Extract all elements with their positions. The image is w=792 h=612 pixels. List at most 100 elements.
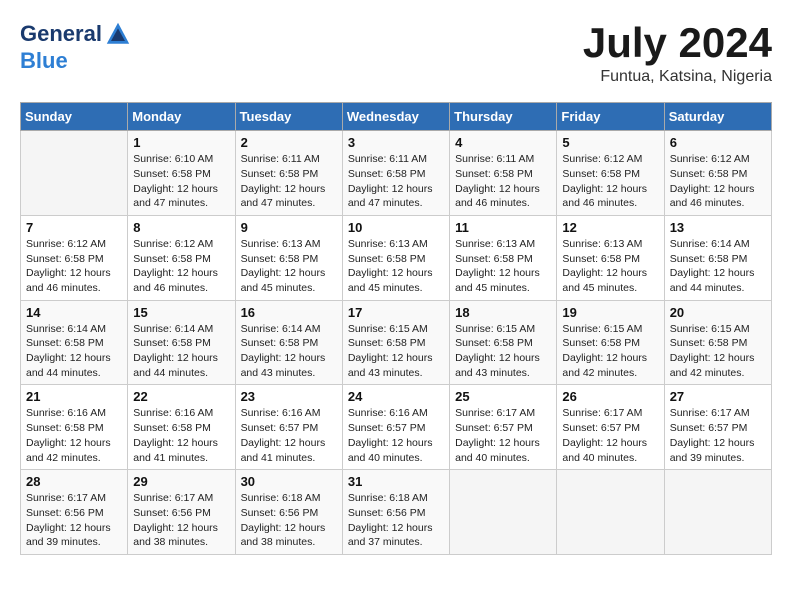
day-number: 8: [133, 220, 229, 235]
day-info: Sunrise: 6:16 AMSunset: 6:58 PMDaylight:…: [26, 406, 122, 465]
day-info: Sunrise: 6:12 AMSunset: 6:58 PMDaylight:…: [670, 152, 766, 211]
day-number: 1: [133, 135, 229, 150]
month-title: July 2024: [583, 20, 772, 66]
calendar-cell: 6 Sunrise: 6:12 AMSunset: 6:58 PMDaylight…: [664, 131, 771, 216]
day-info: Sunrise: 6:10 AMSunset: 6:58 PMDaylight:…: [133, 152, 229, 211]
calendar-cell: 18 Sunrise: 6:15 AMSunset: 6:58 PMDayligh…: [450, 300, 557, 385]
day-info: Sunrise: 6:12 AMSunset: 6:58 PMDaylight:…: [26, 237, 122, 296]
day-info: Sunrise: 6:17 AMSunset: 6:57 PMDaylight:…: [455, 406, 551, 465]
day-info: Sunrise: 6:15 AMSunset: 6:58 PMDaylight:…: [348, 322, 444, 381]
calendar-table: SundayMondayTuesdayWednesdayThursdayFrid…: [20, 102, 772, 555]
calendar-cell: 21 Sunrise: 6:16 AMSunset: 6:58 PMDayligh…: [21, 385, 128, 470]
day-info: Sunrise: 6:18 AMSunset: 6:56 PMDaylight:…: [241, 491, 337, 550]
day-info: Sunrise: 6:18 AMSunset: 6:56 PMDaylight:…: [348, 491, 444, 550]
calendar-week-3: 14Sunrise: 6:14 AMSunset: 6:58 PMDayligh…: [21, 300, 772, 385]
day-info: Sunrise: 6:16 AMSunset: 6:57 PMDaylight:…: [241, 406, 337, 465]
calendar-cell: 3 Sunrise: 6:11 AMSunset: 6:58 PMDaylight…: [342, 131, 449, 216]
day-info: Sunrise: 6:11 AMSunset: 6:58 PMDaylight:…: [455, 152, 551, 211]
calendar-cell: [557, 470, 664, 555]
calendar-cell: 19 Sunrise: 6:15 AMSunset: 6:58 PMDayligh…: [557, 300, 664, 385]
day-number: 24: [348, 389, 444, 404]
day-number: 26: [562, 389, 658, 404]
day-number: 5: [562, 135, 658, 150]
calendar-cell: 12 Sunrise: 6:13 AMSunset: 6:58 PMDayligh…: [557, 215, 664, 300]
day-number: 25: [455, 389, 551, 404]
day-number: 9: [241, 220, 337, 235]
calendar-cell: [450, 470, 557, 555]
calendar-cell: 9 Sunrise: 6:13 AMSunset: 6:58 PMDaylight…: [235, 215, 342, 300]
day-number: 10: [348, 220, 444, 235]
day-number: 18: [455, 305, 551, 320]
calendar-cell: 27 Sunrise: 6:17 AMSunset: 6:57 PMDayligh…: [664, 385, 771, 470]
calendar-cell: 17Sunrise: 6:15 AMSunset: 6:58 PMDayligh…: [342, 300, 449, 385]
day-info: Sunrise: 6:13 AMSunset: 6:58 PMDaylight:…: [241, 237, 337, 296]
calendar-cell: [21, 131, 128, 216]
calendar-cell: 22 Sunrise: 6:16 AMSunset: 6:58 PMDayligh…: [128, 385, 235, 470]
day-info: Sunrise: 6:14 AMSunset: 6:58 PMDaylight:…: [133, 322, 229, 381]
calendar-cell: 31 Sunrise: 6:18 AMSunset: 6:56 PMDayligh…: [342, 470, 449, 555]
day-number: 4: [455, 135, 551, 150]
day-info: Sunrise: 6:13 AMSunset: 6:58 PMDaylight:…: [348, 237, 444, 296]
calendar-cell: [664, 470, 771, 555]
day-number: 23: [241, 389, 337, 404]
calendar-cell: 23 Sunrise: 6:16 AMSunset: 6:57 PMDayligh…: [235, 385, 342, 470]
day-number: 27: [670, 389, 766, 404]
day-info: Sunrise: 6:15 AMSunset: 6:58 PMDaylight:…: [670, 322, 766, 381]
day-info: Sunrise: 6:15 AMSunset: 6:58 PMDaylight:…: [455, 322, 551, 381]
calendar-header-row: SundayMondayTuesdayWednesdayThursdayFrid…: [21, 103, 772, 131]
day-info: Sunrise: 6:13 AMSunset: 6:58 PMDaylight:…: [455, 237, 551, 296]
day-info: Sunrise: 6:14 AMSunset: 6:58 PMDaylight:…: [241, 322, 337, 381]
page-header: General Blue July 2024 Funtua, Katsina, …: [20, 20, 772, 86]
calendar-cell: 4 Sunrise: 6:11 AMSunset: 6:58 PMDaylight…: [450, 131, 557, 216]
calendar-cell: 26 Sunrise: 6:17 AMSunset: 6:57 PMDayligh…: [557, 385, 664, 470]
calendar-cell: 20 Sunrise: 6:15 AMSunset: 6:58 PMDayligh…: [664, 300, 771, 385]
day-info: Sunrise: 6:17 AMSunset: 6:57 PMDaylight:…: [562, 406, 658, 465]
calendar-cell: 14Sunrise: 6:14 AMSunset: 6:58 PMDayligh…: [21, 300, 128, 385]
calendar-week-5: 28Sunrise: 6:17 AMSunset: 6:56 PMDayligh…: [21, 470, 772, 555]
day-number: 22: [133, 389, 229, 404]
day-info: Sunrise: 6:12 AMSunset: 6:58 PMDaylight:…: [133, 237, 229, 296]
day-number: 29: [133, 474, 229, 489]
calendar-cell: 7 Sunrise: 6:12 AMSunset: 6:58 PMDaylight…: [21, 215, 128, 300]
calendar-cell: 2Sunrise: 6:11 AMSunset: 6:58 PMDaylight…: [235, 131, 342, 216]
calendar-week-4: 21 Sunrise: 6:16 AMSunset: 6:58 PMDayligh…: [21, 385, 772, 470]
calendar-cell: 16Sunrise: 6:14 AMSunset: 6:58 PMDayligh…: [235, 300, 342, 385]
logo: General Blue: [20, 20, 132, 74]
day-of-week-wednesday: Wednesday: [342, 103, 449, 131]
day-of-week-friday: Friday: [557, 103, 664, 131]
day-info: Sunrise: 6:13 AMSunset: 6:58 PMDaylight:…: [562, 237, 658, 296]
day-number: 21: [26, 389, 122, 404]
calendar-cell: 10 Sunrise: 6:13 AMSunset: 6:58 PMDayligh…: [342, 215, 449, 300]
calendar-cell: 5 Sunrise: 6:12 AMSunset: 6:58 PMDaylight…: [557, 131, 664, 216]
day-number: 11: [455, 220, 551, 235]
day-info: Sunrise: 6:12 AMSunset: 6:58 PMDaylight:…: [562, 152, 658, 211]
day-number: 20: [670, 305, 766, 320]
day-number: 7: [26, 220, 122, 235]
calendar-week-1: 1 Sunrise: 6:10 AMSunset: 6:58 PMDaylight…: [21, 131, 772, 216]
day-number: 12: [562, 220, 658, 235]
day-info: Sunrise: 6:14 AMSunset: 6:58 PMDaylight:…: [26, 322, 122, 381]
day-info: Sunrise: 6:16 AMSunset: 6:57 PMDaylight:…: [348, 406, 444, 465]
calendar-cell: 13Sunrise: 6:14 AMSunset: 6:58 PMDayligh…: [664, 215, 771, 300]
day-number: 15: [133, 305, 229, 320]
day-info: Sunrise: 6:17 AMSunset: 6:57 PMDaylight:…: [670, 406, 766, 465]
day-number: 6: [670, 135, 766, 150]
day-of-week-sunday: Sunday: [21, 103, 128, 131]
calendar-cell: 24 Sunrise: 6:16 AMSunset: 6:57 PMDayligh…: [342, 385, 449, 470]
day-number: 31: [348, 474, 444, 489]
calendar-week-2: 7 Sunrise: 6:12 AMSunset: 6:58 PMDaylight…: [21, 215, 772, 300]
day-info: Sunrise: 6:11 AMSunset: 6:58 PMDaylight:…: [348, 152, 444, 211]
day-info: Sunrise: 6:16 AMSunset: 6:58 PMDaylight:…: [133, 406, 229, 465]
calendar-cell: 28Sunrise: 6:17 AMSunset: 6:56 PMDayligh…: [21, 470, 128, 555]
day-info: Sunrise: 6:15 AMSunset: 6:58 PMDaylight:…: [562, 322, 658, 381]
title-area: July 2024 Funtua, Katsina, Nigeria: [583, 20, 772, 86]
calendar-cell: 29Sunrise: 6:17 AMSunset: 6:56 PMDayligh…: [128, 470, 235, 555]
day-of-week-monday: Monday: [128, 103, 235, 131]
day-number: 3: [348, 135, 444, 150]
day-number: 13: [670, 220, 766, 235]
location: Funtua, Katsina, Nigeria: [583, 68, 772, 86]
day-number: 19: [562, 305, 658, 320]
day-of-week-thursday: Thursday: [450, 103, 557, 131]
day-of-week-saturday: Saturday: [664, 103, 771, 131]
logo-blue-text: Blue: [20, 48, 68, 73]
